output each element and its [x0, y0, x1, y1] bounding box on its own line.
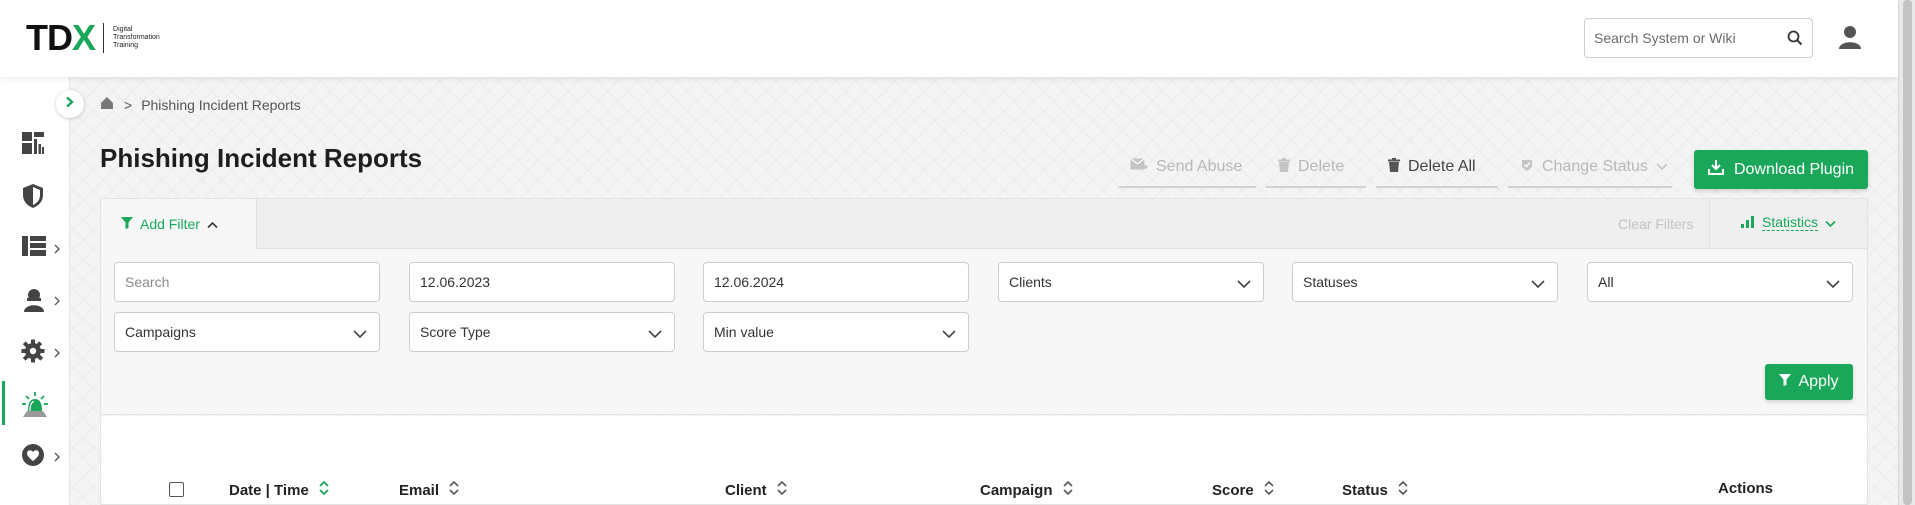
filter-icon	[1779, 373, 1792, 391]
date-to-field[interactable]: 12.06.2024	[703, 262, 969, 302]
sidebar-toggle-button[interactable]	[56, 90, 84, 118]
home-icon[interactable]	[100, 96, 114, 113]
scrollbar-thumb[interactable]	[1903, 0, 1912, 505]
sort-icon	[1264, 480, 1274, 500]
search-icon[interactable]	[1787, 30, 1803, 51]
global-search-input[interactable]	[1585, 19, 1775, 57]
chevron-right-icon	[54, 293, 60, 311]
sidebar-item-security[interactable]	[0, 173, 70, 217]
sidebar-item-dashboard[interactable]	[0, 121, 70, 165]
sidebar-item-settings[interactable]	[0, 329, 70, 373]
global-search	[1584, 18, 1813, 58]
sidebar-item-favorites[interactable]	[0, 433, 70, 477]
chevron-right-icon	[65, 95, 75, 113]
logo-subtitle: Digital Transformation Training	[113, 26, 160, 49]
select-all-checkbox[interactable]	[169, 482, 184, 497]
statuses-select[interactable]: Statuses	[1292, 262, 1558, 302]
statistics-toggle[interactable]: Statistics	[1741, 214, 1836, 231]
divider	[1709, 199, 1710, 249]
chevron-down-icon	[1531, 276, 1545, 292]
shield-icon	[21, 183, 45, 214]
main-content: > Phishing Incident Reports Phishing Inc…	[70, 77, 1898, 505]
sidebar-item-incidents[interactable]	[0, 381, 70, 425]
date-from-field[interactable]: 12.06.2023	[409, 262, 675, 302]
trash-icon	[1278, 157, 1290, 177]
score-type-select[interactable]: Score Type	[409, 312, 675, 352]
change-status-button[interactable]: Change Status	[1508, 148, 1672, 188]
search-input[interactable]	[115, 263, 379, 301]
search-field	[114, 262, 380, 302]
chevron-right-icon	[54, 345, 60, 363]
chevron-down-icon	[353, 326, 367, 342]
user-icon[interactable]	[1839, 25, 1861, 54]
breadcrumb-separator: >	[124, 96, 133, 113]
sort-icon	[777, 480, 787, 500]
layout-list-icon	[21, 235, 47, 262]
min-value-select[interactable]: Min value	[703, 312, 969, 352]
sort-icon	[449, 480, 459, 500]
download-icon	[1707, 159, 1724, 180]
heart-icon	[21, 443, 45, 472]
chevron-down-icon	[942, 326, 956, 342]
sort-icon	[1398, 480, 1408, 500]
bar-chart-icon	[1741, 215, 1755, 231]
column-header-status[interactable]: Status	[1342, 480, 1408, 500]
clients-select[interactable]: Clients	[998, 262, 1264, 302]
chevron-right-icon	[54, 449, 60, 467]
filter-icon	[121, 216, 133, 232]
chevron-down-icon	[648, 326, 662, 342]
column-header-score[interactable]: Score	[1212, 480, 1274, 500]
date-from-value: 12.06.2023	[420, 274, 491, 290]
sort-icon	[1062, 480, 1073, 500]
sidebar-item-layout[interactable]	[0, 225, 70, 269]
breadcrumb-current: Phishing Incident Reports	[141, 96, 301, 113]
tdx-logo[interactable]: TDX Digital Transformation Training	[26, 20, 173, 56]
sort-icon	[319, 480, 329, 500]
column-header-campaign[interactable]: Campaign	[980, 480, 1073, 500]
breadcrumb: > Phishing Incident Reports	[100, 96, 301, 113]
date-to-value: 12.06.2024	[714, 274, 785, 290]
top-header: TDX Digital Transformation Training	[0, 0, 1898, 77]
badge-check-icon	[1520, 158, 1534, 177]
user-group-icon	[21, 287, 47, 318]
alarm-siren-icon	[21, 391, 49, 424]
chevron-down-icon	[1826, 276, 1840, 292]
column-header-date-time[interactable]: Date | Time	[229, 480, 329, 500]
delete-button[interactable]: Delete	[1266, 148, 1366, 188]
download-plugin-button[interactable]: Download Plugin	[1694, 150, 1868, 189]
campaigns-select[interactable]: Campaigns	[114, 312, 380, 352]
column-header-client[interactable]: Client	[725, 480, 787, 500]
clear-filters-button[interactable]: Clear Filters	[1618, 216, 1693, 232]
chevron-right-icon	[54, 241, 60, 259]
trash-icon	[1388, 157, 1400, 177]
all-select[interactable]: All	[1587, 262, 1853, 302]
send-abuse-button[interactable]: Send Abuse	[1118, 148, 1256, 188]
chevron-down-icon	[1237, 276, 1251, 292]
mail-send-icon	[1130, 157, 1148, 177]
dashboard-icon	[21, 131, 45, 160]
gear-icon	[21, 339, 45, 368]
page-scrollbar[interactable]	[1898, 0, 1915, 505]
logo-divider	[103, 23, 105, 53]
sidebar-item-users[interactable]	[0, 277, 70, 321]
add-filter-toggle[interactable]: Add Filter	[101, 199, 257, 249]
chevron-down-icon	[1825, 215, 1836, 231]
filter-tabs: Add Filter Clear Filters Statistics	[101, 199, 1867, 249]
filter-panel: Add Filter Clear Filters Statistics 12.0…	[100, 198, 1868, 415]
sidebar	[0, 77, 70, 505]
logo-mark: TDX	[26, 17, 96, 58]
column-header-email[interactable]: Email	[399, 480, 459, 500]
column-header-actions: Actions	[1718, 480, 1774, 497]
chevron-down-icon	[1656, 158, 1668, 176]
page-title: Phishing Incident Reports	[100, 143, 423, 173]
delete-all-button[interactable]: Delete All	[1376, 148, 1498, 188]
chevron-up-icon	[207, 216, 218, 232]
apply-button[interactable]: Apply	[1765, 364, 1853, 400]
